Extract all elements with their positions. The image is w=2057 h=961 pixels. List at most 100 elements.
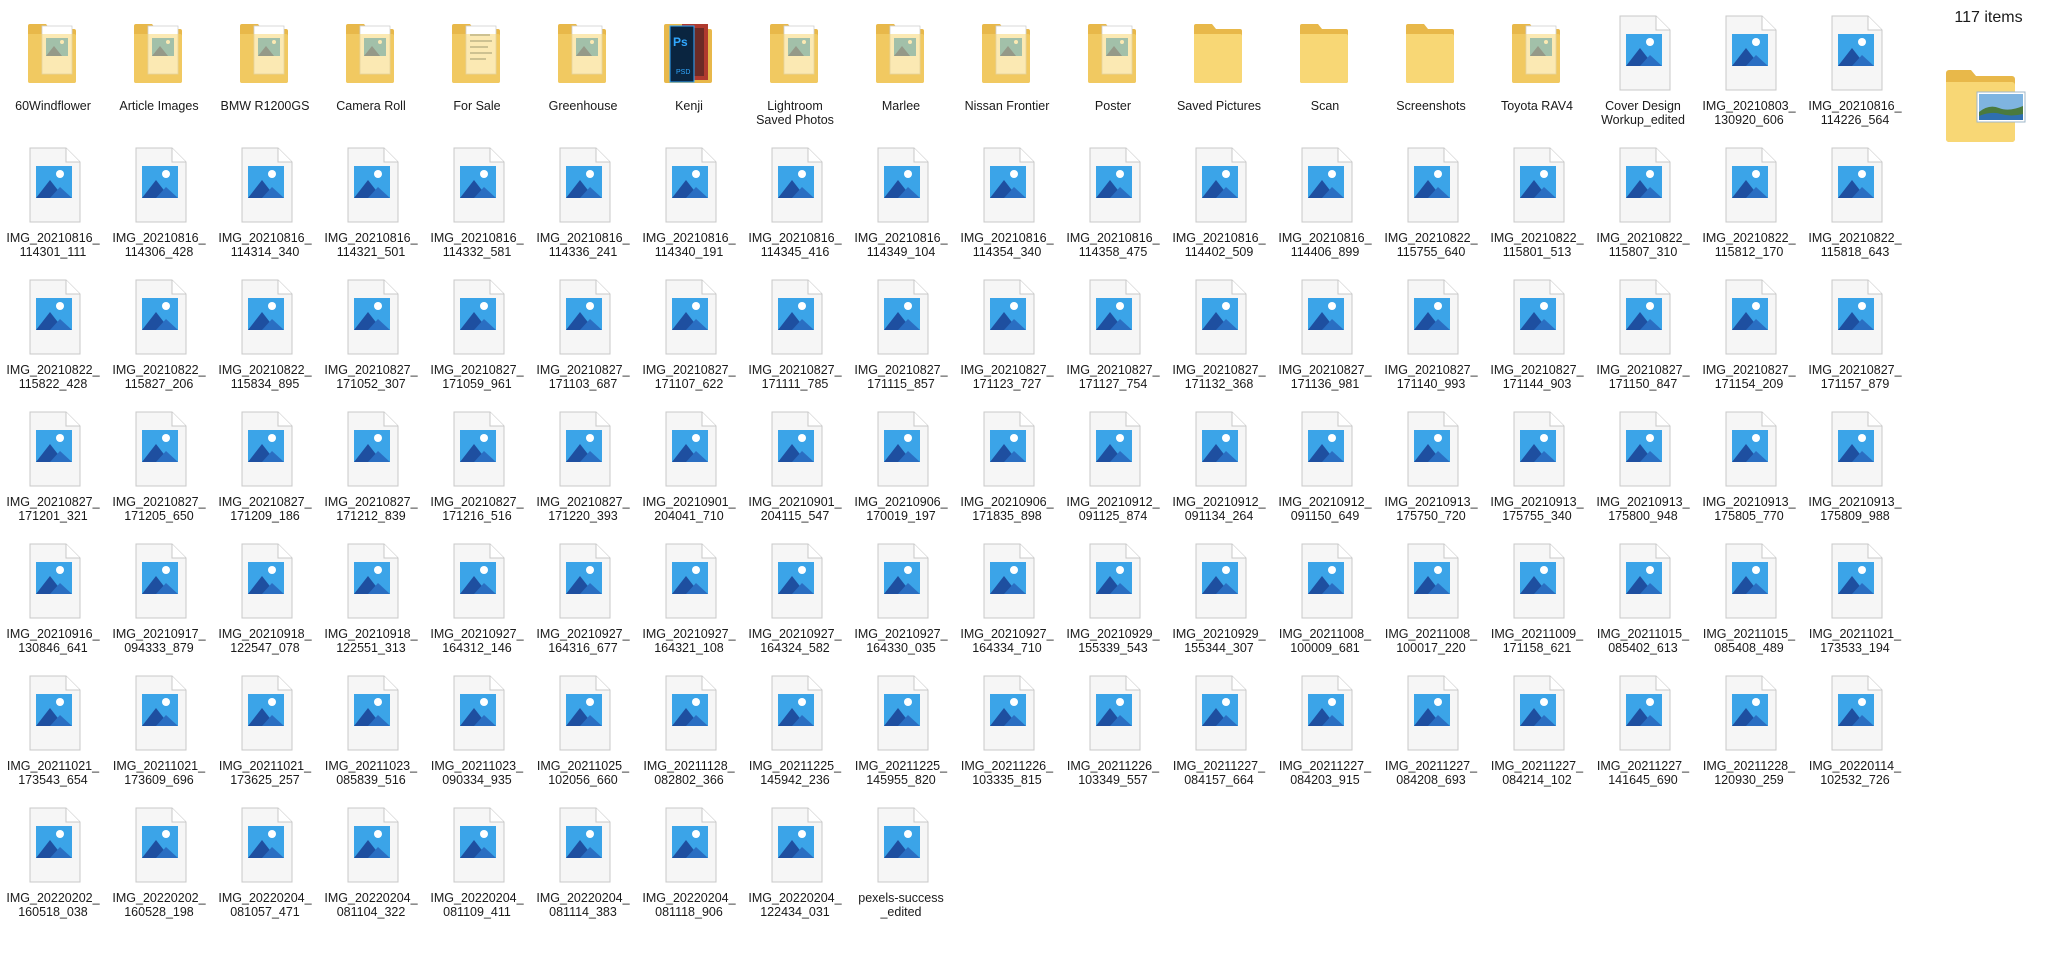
file-item[interactable]: IMG_20211227_ 084203_915 [1272,668,1378,800]
file-item[interactable]: IMG_20210827_ 171154_209 [1696,272,1802,404]
file-item[interactable]: IMG_20210816_ 114406_899 [1272,140,1378,272]
file-item[interactable]: IMG_20210822_ 115801_513 [1484,140,1590,272]
folder-item[interactable]: Lightroom Saved Photos [742,8,848,140]
file-item[interactable]: IMG_20210822_ 115812_170 [1696,140,1802,272]
file-item[interactable]: IMG_20210803_ 130920_606 [1696,8,1802,140]
file-item[interactable]: IMG_20211227_ 141645_690 [1590,668,1696,800]
file-item[interactable]: IMG_20210917_ 094333_879 [106,536,212,668]
file-item[interactable]: pexels-success _edited [848,800,954,932]
file-item[interactable]: IMG_20220204_ 081114_383 [530,800,636,932]
folder-item[interactable]: BMW R1200GS [212,8,318,140]
file-item[interactable]: IMG_20220204_ 081057_471 [212,800,318,932]
file-item[interactable]: IMG_20210827_ 171201_321 [0,404,106,536]
file-item[interactable]: IMG_20210816_ 114349_104 [848,140,954,272]
file-item[interactable]: IMG_20210912_ 091125_874 [1060,404,1166,536]
file-item[interactable]: IMG_20210827_ 171059_961 [424,272,530,404]
file-item[interactable]: IMG_20210816_ 114226_564 [1802,8,1908,140]
file-item[interactable]: IMG_20210927_ 164334_710 [954,536,1060,668]
file-item[interactable]: IMG_20210816_ 114358_475 [1060,140,1166,272]
file-item[interactable]: IMG_20210827_ 171205_650 [106,404,212,536]
file-item[interactable]: IMG_20210827_ 171157_879 [1802,272,1908,404]
file-item[interactable]: IMG_20210816_ 114314_340 [212,140,318,272]
file-item[interactable]: IMG_20210827_ 171052_307 [318,272,424,404]
file-item[interactable]: IMG_20210913_ 175755_340 [1484,404,1590,536]
file-item[interactable]: IMG_20210913_ 175800_948 [1590,404,1696,536]
file-item[interactable]: IMG_20210822_ 115827_206 [106,272,212,404]
file-item[interactable]: IMG_20210906_ 171835_898 [954,404,1060,536]
file-item[interactable]: IMG_20210929_ 155339_543 [1060,536,1166,668]
file-item[interactable]: IMG_20211023_ 090334_935 [424,668,530,800]
file-item[interactable]: IMG_20210827_ 171103_687 [530,272,636,404]
file-item[interactable]: IMG_20220204_ 081104_322 [318,800,424,932]
file-item[interactable]: IMG_20210827_ 171209_186 [212,404,318,536]
file-item[interactable]: IMG_20211015_ 085402_613 [1590,536,1696,668]
file-item[interactable]: IMG_20210827_ 171150_847 [1590,272,1696,404]
file-item[interactable]: IMG_20210927_ 164330_035 [848,536,954,668]
file-item[interactable]: IMG_20210918_ 122551_313 [318,536,424,668]
folder-item[interactable]: Saved Pictures [1166,8,1272,140]
file-item[interactable]: IMG_20210827_ 171123_727 [954,272,1060,404]
file-item[interactable]: IMG_20210927_ 164321_108 [636,536,742,668]
file-item[interactable]: IMG_20210827_ 171212_839 [318,404,424,536]
file-item[interactable]: IMG_20210929_ 155344_307 [1166,536,1272,668]
file-item[interactable]: IMG_20211227_ 084208_693 [1378,668,1484,800]
file-item[interactable]: IMG_20211008_ 100017_220 [1378,536,1484,668]
file-item[interactable]: IMG_20211021_ 173609_696 [106,668,212,800]
file-item[interactable]: IMG_20210822_ 115755_640 [1378,140,1484,272]
file-item[interactable]: IMG_20220202_ 160528_198 [106,800,212,932]
file-item[interactable]: IMG_20220204_ 081109_411 [424,800,530,932]
file-item[interactable]: IMG_20210822_ 115818_643 [1802,140,1908,272]
file-item[interactable]: IMG_20210913_ 175805_770 [1696,404,1802,536]
file-item[interactable]: IMG_20210901_ 204041_710 [636,404,742,536]
file-item[interactable]: IMG_20210816_ 114340_191 [636,140,742,272]
folder-item[interactable]: Scan [1272,8,1378,140]
folder-item[interactable]: For Sale [424,8,530,140]
file-item[interactable]: IMG_20210816_ 114402_509 [1166,140,1272,272]
file-item[interactable]: IMG_20210816_ 114336_241 [530,140,636,272]
file-item[interactable]: IMG_20211226_ 103335_815 [954,668,1060,800]
file-item[interactable]: IMG_20220114_ 102532_726 [1802,668,1908,800]
file-item[interactable]: IMG_20210822_ 115807_310 [1590,140,1696,272]
file-item[interactable]: IMG_20210927_ 164312_146 [424,536,530,668]
file-item[interactable]: IMG_20210916_ 130846_641 [0,536,106,668]
file-item[interactable]: Cover Design Workup_edited [1590,8,1696,140]
folder-item[interactable]: Article Images [106,8,212,140]
file-item[interactable]: IMG_20211015_ 085408_489 [1696,536,1802,668]
file-item[interactable]: IMG_20210816_ 114301_111 [0,140,106,272]
file-item[interactable]: IMG_20211009_ 171158_621 [1484,536,1590,668]
folder-item[interactable]: Screenshots [1378,8,1484,140]
folder-item[interactable]: Ps PSD Kenji [636,8,742,140]
file-item[interactable]: IMG_20211025_ 102056_660 [530,668,636,800]
file-item[interactable]: IMG_20211226_ 103349_557 [1060,668,1166,800]
file-item[interactable]: IMG_20211021_ 173625_257 [212,668,318,800]
file-item[interactable]: IMG_20210816_ 114306_428 [106,140,212,272]
file-item[interactable]: IMG_20211021_ 173533_194 [1802,536,1908,668]
file-item[interactable]: IMG_20211021_ 173543_654 [0,668,106,800]
folder-item[interactable]: Poster [1060,8,1166,140]
file-item[interactable]: IMG_20210816_ 114354_340 [954,140,1060,272]
file-item[interactable]: IMG_20220204_ 122434_031 [742,800,848,932]
file-item[interactable]: IMG_20220202_ 160518_038 [0,800,106,932]
file-item[interactable]: IMG_20210822_ 115822_428 [0,272,106,404]
file-item[interactable]: IMG_20210912_ 091134_264 [1166,404,1272,536]
file-item[interactable]: IMG_20210822_ 115834_895 [212,272,318,404]
file-item[interactable]: IMG_20211227_ 084157_664 [1166,668,1272,800]
file-item[interactable]: IMG_20210827_ 171140_993 [1378,272,1484,404]
file-item[interactable]: IMG_20210906_ 170019_197 [848,404,954,536]
file-item[interactable]: IMG_20211225_ 145942_236 [742,668,848,800]
file-item[interactable]: IMG_20210827_ 171144_903 [1484,272,1590,404]
folder-item[interactable]: 60Windflower [0,8,106,140]
file-item[interactable]: IMG_20210816_ 114321_501 [318,140,424,272]
file-item[interactable]: IMG_20211228_ 120930_259 [1696,668,1802,800]
file-item[interactable]: IMG_20210827_ 171132_368 [1166,272,1272,404]
file-item[interactable]: IMG_20210901_ 204115_547 [742,404,848,536]
file-item[interactable]: IMG_20211008_ 100009_681 [1272,536,1378,668]
folder-item[interactable]: Marlee [848,8,954,140]
file-item[interactable]: IMG_20211023_ 085839_516 [318,668,424,800]
file-item[interactable]: IMG_20210816_ 114345_416 [742,140,848,272]
file-item[interactable]: IMG_20210816_ 114332_581 [424,140,530,272]
file-item[interactable]: IMG_20211225_ 145955_820 [848,668,954,800]
file-item[interactable]: IMG_20210827_ 171127_754 [1060,272,1166,404]
file-item[interactable]: IMG_20210827_ 171216_516 [424,404,530,536]
file-item[interactable]: IMG_20210827_ 171107_622 [636,272,742,404]
